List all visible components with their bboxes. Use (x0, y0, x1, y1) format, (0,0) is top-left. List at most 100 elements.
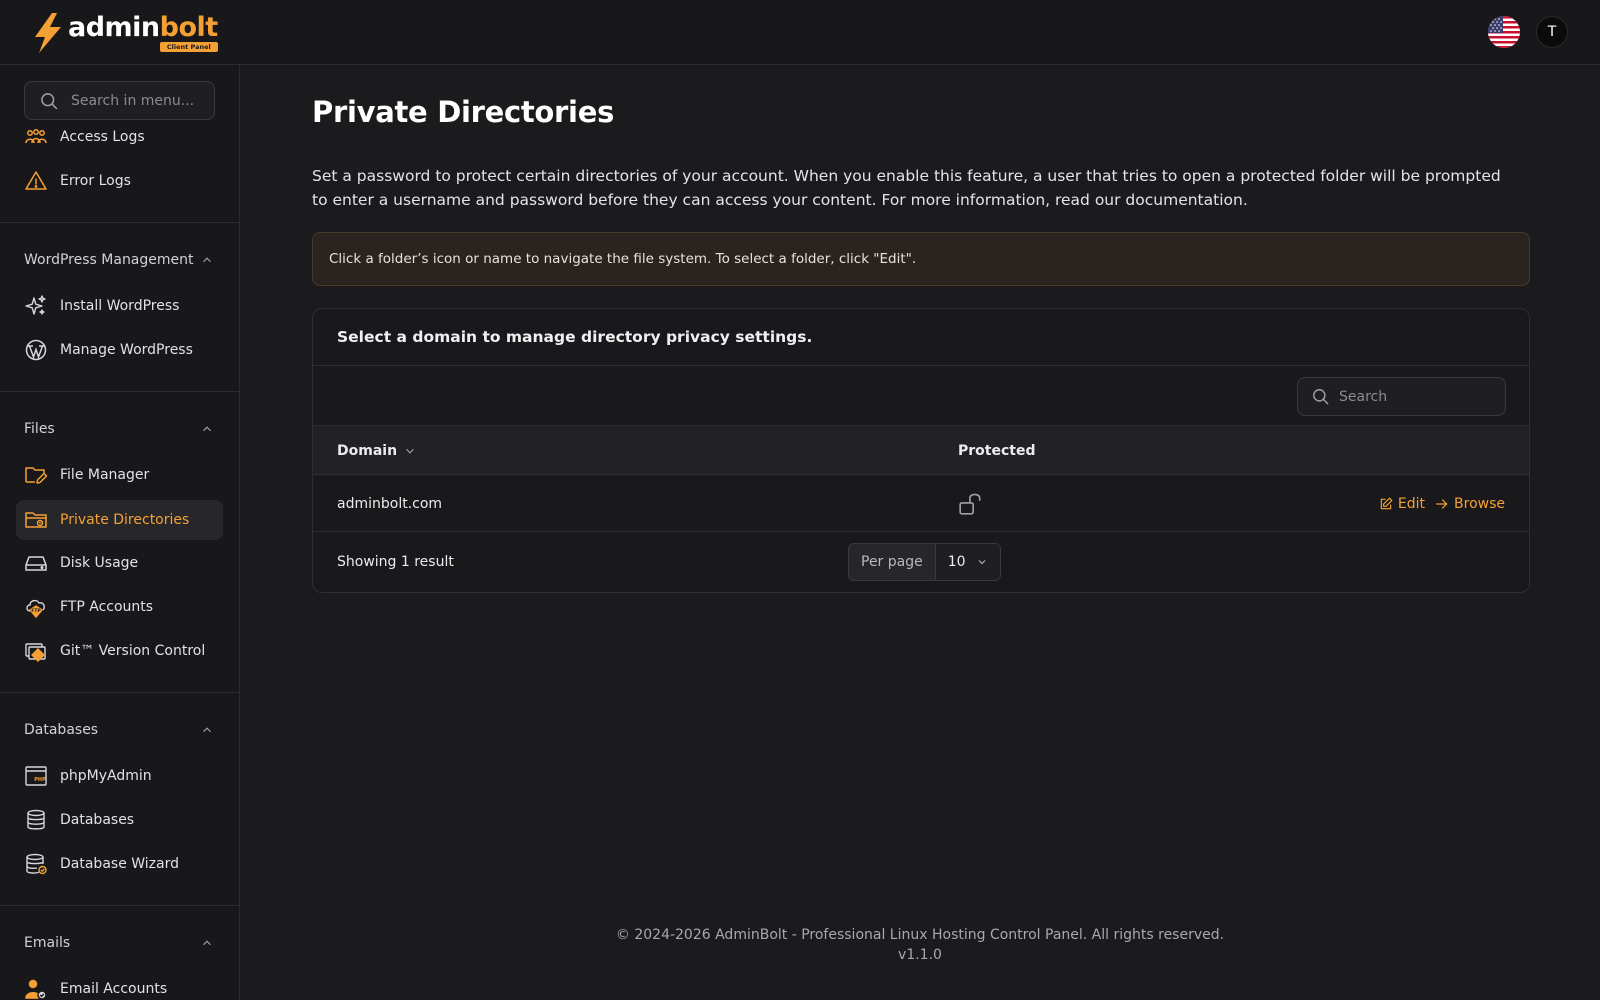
domain-cell[interactable]: adminbolt.com (337, 475, 442, 532)
chevron-up-icon (203, 257, 211, 263)
section-title: Databases (24, 722, 99, 738)
folder-lock-icon (24, 508, 48, 532)
footer-copyright: © 2024-2026 AdminBolt - Professional Lin… (615, 927, 1225, 943)
sidebar-item-file-manager[interactable]: File Manager (16, 455, 223, 495)
table-search[interactable] (1297, 377, 1506, 416)
wordpress-icon (24, 338, 48, 362)
git-icon (24, 639, 48, 663)
page-footer: © 2024-2026 AdminBolt - Professional Lin… (240, 925, 1600, 965)
database-wizard-icon (24, 852, 48, 876)
section-header-wordpress[interactable]: WordPress Management (24, 252, 214, 268)
phpmyadmin-icon: PHP (24, 764, 48, 788)
sidebar-item-disk-usage[interactable]: Disk Usage (16, 543, 223, 583)
section-header-emails[interactable]: Emails (24, 935, 214, 951)
browse-label: Browse (1454, 495, 1505, 512)
sidebar-divider (0, 391, 239, 392)
search-icon (1313, 389, 1329, 405)
lock-open-icon (959, 493, 981, 515)
footer-version: v1.1.0 (898, 947, 942, 963)
brand-badge: Client Panel (159, 42, 218, 52)
search-icon (41, 92, 58, 109)
database-icon (24, 808, 48, 832)
arrow-right-icon (1436, 498, 1448, 509)
sidebar-item-email-accounts[interactable]: Email Accounts (16, 969, 223, 1000)
table-toolbar (313, 366, 1529, 426)
sparkles-icon (24, 294, 48, 318)
chevron-down-icon (406, 448, 414, 454)
sidebar-divider (0, 905, 239, 906)
svg-text:FTP: FTP (31, 608, 41, 614)
sidebar-item-label: Private Directories (60, 512, 190, 528)
edit-button[interactable]: Edit (1379, 496, 1425, 512)
section-title: Emails (24, 935, 71, 951)
column-header-domain[interactable]: Domain (337, 426, 417, 475)
notice-text: Click a folder’s icon or name to navigat… (329, 251, 917, 267)
table-footer: Showing 1 result Per page 10 (313, 532, 1529, 592)
sidebar-item-label: Manage WordPress (60, 342, 193, 358)
column-header-label: Domain (337, 442, 398, 459)
sidebar-item-label: Access Logs (60, 129, 145, 145)
sidebar-item-label: phpMyAdmin (60, 768, 152, 784)
column-header-protected: Protected (958, 426, 1035, 475)
section-title: WordPress Management (24, 252, 194, 268)
per-page-value: 10 (947, 554, 966, 570)
sidebar-item-install-wordpress[interactable]: Install WordPress (16, 286, 223, 326)
sidebar-item-private-directories[interactable]: Private Directories (16, 500, 223, 540)
section-title: Files (24, 421, 55, 437)
access-logs-icon (24, 125, 48, 149)
sidebar-item-error-logs[interactable]: Error Logs (16, 161, 223, 201)
chevron-up-icon (203, 727, 211, 733)
sidebar-item-label: Database Wizard (60, 856, 179, 872)
sidebar-search-input[interactable] (71, 92, 201, 109)
section-header-files[interactable]: Files (24, 421, 214, 437)
svg-text:PHP: PHP (34, 777, 46, 783)
page-description: Set a password to protect certain direct… (312, 167, 1501, 209)
sidebar-item-databases[interactable]: Databases (16, 800, 223, 840)
row-actions: Edit Browse (1379, 475, 1505, 532)
email-accounts-icon (24, 977, 48, 1000)
warning-icon (24, 169, 48, 193)
sidebar-divider (0, 222, 239, 223)
chevron-down-icon (978, 560, 986, 565)
section-header-databases[interactable]: Databases (24, 722, 214, 738)
user-avatar[interactable]: T (1536, 16, 1568, 48)
sidebar-item-ftp-accounts[interactable]: FTP FTP Accounts (16, 587, 223, 627)
us-flag-icon[interactable] (1488, 16, 1520, 48)
chevron-up-icon (203, 940, 211, 946)
table-row: adminbolt.com Edit Browse (313, 475, 1529, 532)
main-content: Private Directories Set a password to pr… (240, 65, 1600, 1000)
folder-edit-icon (24, 463, 48, 487)
sidebar-item-database-wizard[interactable]: Database Wizard (16, 844, 223, 884)
per-page-select[interactable]: 10 (935, 544, 1000, 580)
card-heading-text: Select a domain to manage directory priv… (337, 328, 813, 346)
per-page-control: Per page 10 (848, 543, 1001, 581)
brand-name-part1: admin (68, 12, 160, 43)
sidebar-item-label: Email Accounts (60, 981, 168, 997)
result-count: Showing 1 result (337, 554, 454, 570)
sidebar-item-label: FTP Accounts (60, 599, 154, 615)
sidebar: Access Logs Error Logs WordPress Managem… (0, 65, 240, 1000)
sidebar-item-phpmyadmin[interactable]: PHP phpMyAdmin (16, 756, 223, 796)
sidebar-item-git-version-control[interactable]: Git™ Version Control (16, 631, 223, 671)
card-heading: Select a domain to manage directory priv… (313, 309, 1529, 366)
chevron-up-icon (203, 426, 211, 432)
sidebar-divider (0, 692, 239, 693)
brand-name-part2: bolt (159, 12, 219, 43)
domains-card: Select a domain to manage directory priv… (312, 308, 1530, 593)
brand-logo[interactable]: adminbolt Client Panel (30, 12, 218, 54)
sidebar-item-manage-wordpress[interactable]: Manage WordPress (16, 330, 223, 370)
edit-label: Edit (1397, 495, 1426, 512)
top-bar: adminbolt Client Panel T (0, 0, 1600, 65)
sidebar-item-access-logs[interactable]: Access Logs (16, 117, 223, 157)
browse-button[interactable]: Browse (1435, 496, 1505, 512)
sidebar-item-label: Git™ Version Control (60, 643, 206, 659)
column-header-label: Protected (958, 442, 1036, 459)
sidebar-item-label: Databases (60, 812, 135, 828)
sidebar-search[interactable] (24, 81, 215, 120)
sidebar-item-label: Install WordPress (60, 298, 180, 314)
info-notice: Click a folder’s icon or name to navigat… (312, 232, 1530, 286)
table-header: Domain Protected (313, 426, 1529, 475)
sidebar-item-label: File Manager (60, 467, 150, 483)
table-search-input[interactable] (1339, 388, 1489, 405)
sidebar-item-label: Disk Usage (60, 555, 139, 571)
